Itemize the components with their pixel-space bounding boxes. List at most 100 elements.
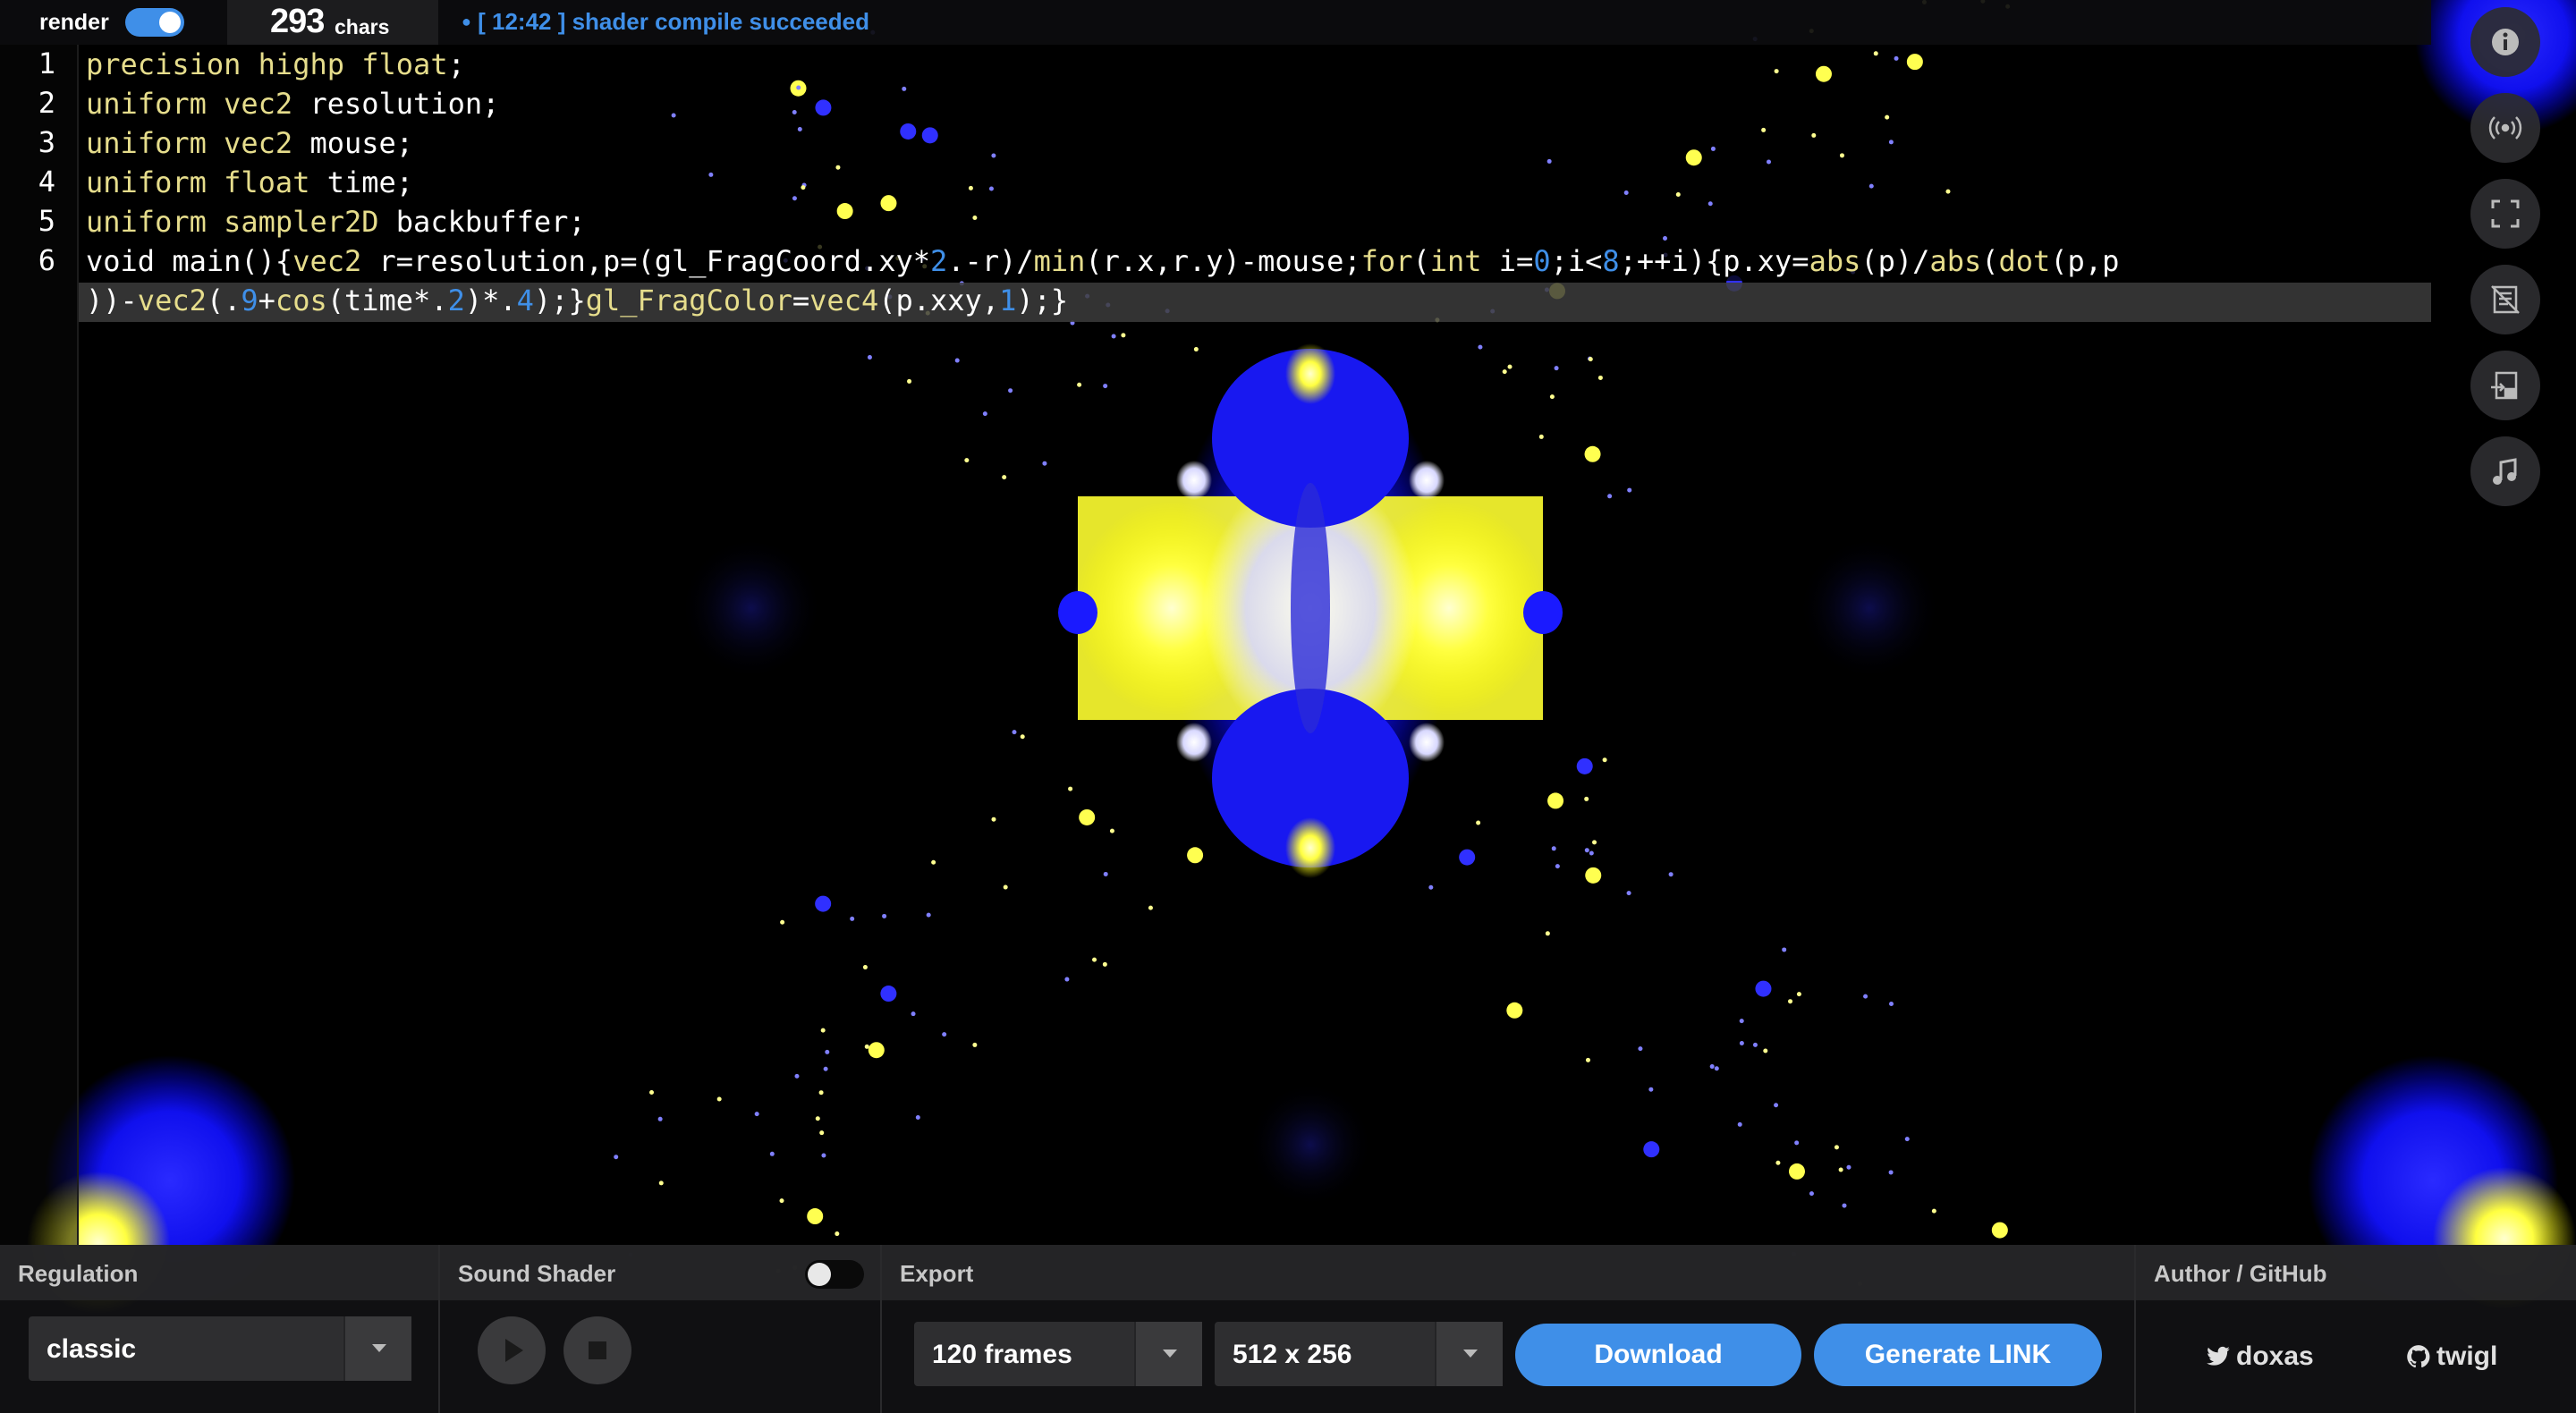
shader-sparkle — [1042, 461, 1047, 466]
music-note-icon — [2493, 458, 2517, 485]
line-number: 2 — [38, 86, 55, 120]
shader-sparkle — [1077, 382, 1082, 387]
shader-sparkle — [954, 358, 960, 363]
code-editor[interactable]: precision highp float; uniform vec2 reso… — [86, 45, 2120, 320]
divider — [2134, 1245, 2136, 1413]
divider — [438, 1245, 440, 1413]
shader-sparkle — [1092, 957, 1097, 962]
shader-sparkle — [807, 1208, 824, 1225]
sound-shader-toggle[interactable] — [805, 1260, 864, 1289]
shader-sparkle — [1428, 884, 1434, 890]
shader-sparkle — [915, 1115, 920, 1121]
chevron-down-icon — [1134, 1322, 1202, 1386]
shader-sparkle — [1668, 872, 1674, 877]
shader-sparkle — [1585, 867, 1602, 884]
right-toolbar — [2431, 0, 2576, 1245]
shader-sparkle — [1627, 487, 1632, 493]
shader-sparkle — [614, 1155, 619, 1160]
stop-button[interactable] — [564, 1316, 631, 1384]
author-link[interactable]: doxas — [2206, 1341, 2314, 1372]
shader-sparkle — [862, 965, 868, 970]
size-select[interactable]: 512 x 256 — [1215, 1322, 1503, 1386]
shader-sparkle — [1584, 848, 1589, 853]
code-line[interactable]: precision highp float; — [86, 45, 465, 84]
shader-sparkle — [1643, 1141, 1660, 1158]
shader-sparkle — [1788, 1163, 1805, 1180]
code-line[interactable]: uniform float time; — [86, 163, 414, 202]
shader-sparkle — [1602, 757, 1607, 763]
shader-sparkle — [1863, 994, 1868, 999]
shader-sparkle — [907, 378, 912, 384]
shader-sparkle — [1576, 757, 1593, 774]
top-bar: render 293 chars ● [ 12:42 ] shader comp… — [0, 0, 2431, 45]
play-button[interactable] — [478, 1316, 546, 1384]
regulation-header: Regulation — [0, 1245, 438, 1300]
shader-sparkle — [1476, 820, 1481, 825]
shader-sparkle — [823, 1066, 828, 1071]
render-toggle[interactable] — [125, 8, 184, 37]
sync-scroll-button[interactable] — [2470, 351, 2540, 420]
shader-sparkle — [1585, 1057, 1590, 1062]
code-line[interactable]: void main(){vec2 r=resolution,p=(gl_Frag… — [86, 241, 2120, 281]
frames-select[interactable]: 120 frames — [914, 1322, 1202, 1386]
shader-sparkle — [1079, 808, 1096, 825]
github-link[interactable]: twigl — [2406, 1341, 2497, 1372]
repo-name: twigl — [2436, 1341, 2498, 1371]
shader-sparkle — [794, 1073, 800, 1079]
shader-sparkle — [1111, 334, 1116, 339]
shader-sparkle — [1597, 375, 1603, 380]
code-line[interactable]: uniform sampler2D backbuffer; — [86, 202, 586, 241]
line-number-gutter: 1 2 3 4 5 6 — [0, 45, 79, 1245]
shader-sparkle — [1775, 1160, 1781, 1165]
shader-sparkle — [1148, 905, 1153, 910]
code-line[interactable]: ))-vec2(.9+cos(time*.2)*.4);}gl_FragColo… — [86, 281, 1068, 320]
code-line[interactable]: uniform vec2 resolution; — [86, 84, 500, 123]
frames-value: 120 frames — [932, 1340, 1072, 1369]
shader-sparkle — [1638, 1046, 1643, 1052]
music-button[interactable] — [2470, 436, 2540, 506]
shader-sparkle — [1551, 846, 1556, 851]
shader-sparkle — [1506, 1002, 1523, 1019]
generate-link-button[interactable]: Generate LINK — [1814, 1324, 2102, 1386]
shader-sparkle — [815, 1116, 820, 1121]
broadcast-button[interactable] — [2470, 93, 2540, 163]
shader-sparkle — [867, 355, 872, 360]
toggle-knob — [159, 12, 181, 33]
shader-sparkle — [1589, 850, 1594, 856]
render-control: render — [0, 0, 220, 45]
shader-sparkle — [1102, 961, 1107, 967]
shader-sparkle — [1545, 931, 1550, 936]
status-message: [ 12:42 ] shader compile succeeded — [478, 8, 869, 35]
author-name: doxas — [2236, 1341, 2314, 1371]
render-label: render — [39, 9, 109, 35]
chevron-down-icon — [1435, 1322, 1503, 1386]
shader-sparkle — [1554, 366, 1559, 371]
shader-sparkle — [825, 1049, 830, 1054]
hide-editor-button[interactable] — [2470, 265, 2540, 334]
twitter-icon — [2207, 1346, 2230, 1366]
shader-sparkle — [1109, 828, 1114, 833]
fullscreen-button[interactable] — [2470, 179, 2540, 249]
shader-sparkle — [1931, 1208, 1936, 1214]
code-line[interactable]: uniform vec2 mouse; — [86, 123, 414, 163]
shader-sparkle — [769, 1151, 775, 1156]
shader-sparkle — [1774, 1103, 1779, 1108]
shader-sparkle — [818, 1090, 824, 1096]
shader-sparkle — [1842, 1203, 1847, 1208]
regulation-select[interactable]: classic — [29, 1316, 411, 1381]
shader-sparkle — [880, 986, 897, 1003]
shader-sparkle — [1549, 394, 1555, 400]
shader-sparkle — [819, 1130, 825, 1136]
shader-sparkle — [1737, 1121, 1742, 1127]
shader-sparkle — [820, 1028, 826, 1033]
shader-sparkle — [972, 1042, 978, 1047]
shader-sparkle — [982, 411, 987, 417]
shader-sparkle — [1607, 494, 1613, 499]
info-button[interactable] — [2470, 7, 2540, 77]
hide-editor-icon — [2491, 285, 2520, 314]
shader-sparkle — [1064, 977, 1070, 982]
shader-sparkle — [942, 1032, 947, 1037]
shader-sparkle — [1626, 891, 1631, 896]
download-button[interactable]: Download — [1515, 1324, 1801, 1386]
shader-sparkle — [1752, 1042, 1758, 1047]
